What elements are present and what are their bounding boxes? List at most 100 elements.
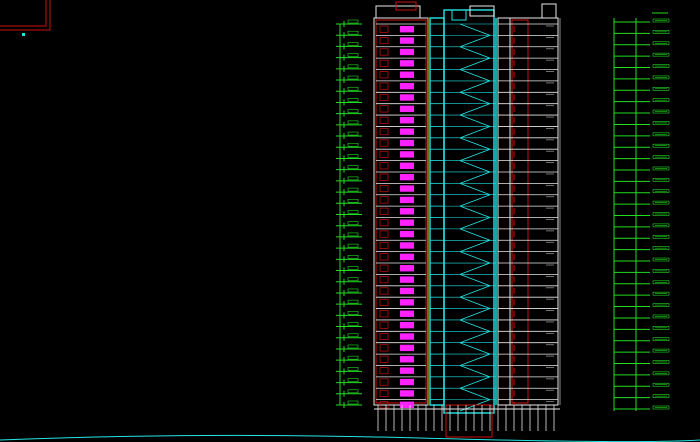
- left-level-label-box: [347, 311, 359, 315]
- left-roof-parapet: [375, 5, 421, 19]
- left-window-block: [400, 219, 414, 226]
- left-window-block: [400, 26, 414, 33]
- left-level-label-box: [347, 154, 359, 158]
- stair-flight: [459, 23, 491, 36]
- left-level-label-box: [347, 30, 359, 35]
- left-level-label-box: [347, 42, 359, 46]
- left-level-label-box: [347, 86, 359, 91]
- left-room-mark: [379, 321, 389, 329]
- left-room-mark: [379, 389, 389, 397]
- left-level-label-box: [347, 64, 359, 69]
- left-level-label-box: [347, 198, 359, 203]
- left-room-mark: [379, 150, 389, 158]
- left-window-block: [400, 151, 414, 158]
- left-room-mark: [379, 105, 389, 113]
- left-room-mark: [379, 25, 389, 33]
- left-window-block: [400, 242, 414, 249]
- left-level-markers: [336, 19, 362, 408]
- left-window-block: [400, 310, 414, 317]
- left-level-label-box: [347, 243, 359, 248]
- stair-flight: [459, 35, 491, 48]
- left-window-block: [400, 321, 414, 329]
- right-wing-outline: [509, 17, 559, 406]
- left-room-mark: [379, 355, 389, 363]
- stair-flight: [459, 387, 491, 400]
- left-room-mark: [379, 196, 389, 204]
- stair-flight: [459, 137, 491, 150]
- stair-flight: [459, 69, 491, 82]
- stair-flight: [459, 205, 491, 218]
- stair-flight: [459, 262, 491, 275]
- left-level-label-box: [347, 255, 359, 259]
- left-level-label-box: [347, 333, 359, 338]
- stair-flight: [459, 57, 491, 70]
- stair-flight: [459, 46, 491, 59]
- left-window-block: [400, 60, 414, 67]
- left-level-label-box: [347, 266, 359, 270]
- left-window-block: [400, 128, 414, 135]
- left-room-mark: [379, 71, 389, 79]
- stair-flight: [459, 171, 491, 184]
- stair-flight: [459, 160, 491, 173]
- left-room-mark: [379, 37, 389, 45]
- left-window-block: [400, 173, 414, 181]
- left-window-block: [400, 276, 414, 283]
- left-level-label-box: [347, 53, 359, 57]
- stair-flight: [459, 239, 491, 253]
- stair-flight: [459, 194, 491, 207]
- left-room-mark: [379, 298, 389, 306]
- stair-flight: [459, 182, 491, 196]
- left-window-block: [400, 344, 414, 352]
- stair-flight: [459, 296, 491, 309]
- left-level-label-box: [347, 322, 359, 326]
- left-level-label-box: [347, 378, 359, 382]
- stair-flight: [459, 342, 491, 355]
- left-level-label-box: [347, 277, 359, 282]
- left-window-block: [400, 356, 414, 363]
- stair-flight: [459, 376, 491, 389]
- left-level-label-box: [347, 210, 359, 214]
- stair-flight: [459, 308, 491, 321]
- left-room-mark: [379, 185, 389, 193]
- left-window-block: [400, 162, 414, 169]
- tower-section: [373, 1, 561, 438]
- left-level-label-box: [347, 367, 359, 371]
- left-room-mark: [379, 173, 389, 181]
- stair-flight: [459, 365, 491, 378]
- right-level-markers: [613, 12, 670, 411]
- left-room-mark: [379, 241, 389, 249]
- stair-flight: [459, 148, 491, 161]
- left-level-label-box: [347, 400, 359, 405]
- left-room-mark: [379, 207, 389, 215]
- left-window-block: [400, 82, 414, 90]
- left-room-mark: [379, 139, 389, 147]
- left-level-label-box: [347, 131, 359, 136]
- left-level-label-box: [347, 75, 359, 80]
- left-level-label-box: [347, 109, 359, 113]
- left-level-label-box: [347, 232, 359, 237]
- left-window-block: [400, 117, 414, 124]
- left-window-block: [400, 105, 414, 113]
- basement-core: [445, 404, 493, 438]
- left-level-label-box: [347, 288, 359, 293]
- left-room-mark: [379, 378, 389, 386]
- left-window-block: [400, 299, 414, 306]
- stair-flight: [459, 353, 491, 366]
- left-window-block: [400, 94, 414, 101]
- left-window-block: [400, 48, 414, 56]
- left-level-label-box: [347, 19, 359, 24]
- left-level-label-box: [347, 120, 359, 125]
- left-window-block: [400, 37, 414, 44]
- left-level-label-box: [347, 299, 359, 304]
- left-level-label-box: [347, 142, 359, 147]
- stair-flight: [459, 126, 491, 139]
- core-roof-box: [451, 9, 467, 21]
- left-window-block: [400, 287, 414, 295]
- plan-frame-fragment: [0, 0, 51, 36]
- left-room-mark: [379, 276, 389, 284]
- core-left-shaft: [429, 17, 445, 406]
- left-level-label-box: [347, 176, 359, 181]
- left-room-mark: [379, 344, 389, 352]
- left-window-block: [400, 390, 414, 397]
- left-room-mark: [379, 48, 389, 56]
